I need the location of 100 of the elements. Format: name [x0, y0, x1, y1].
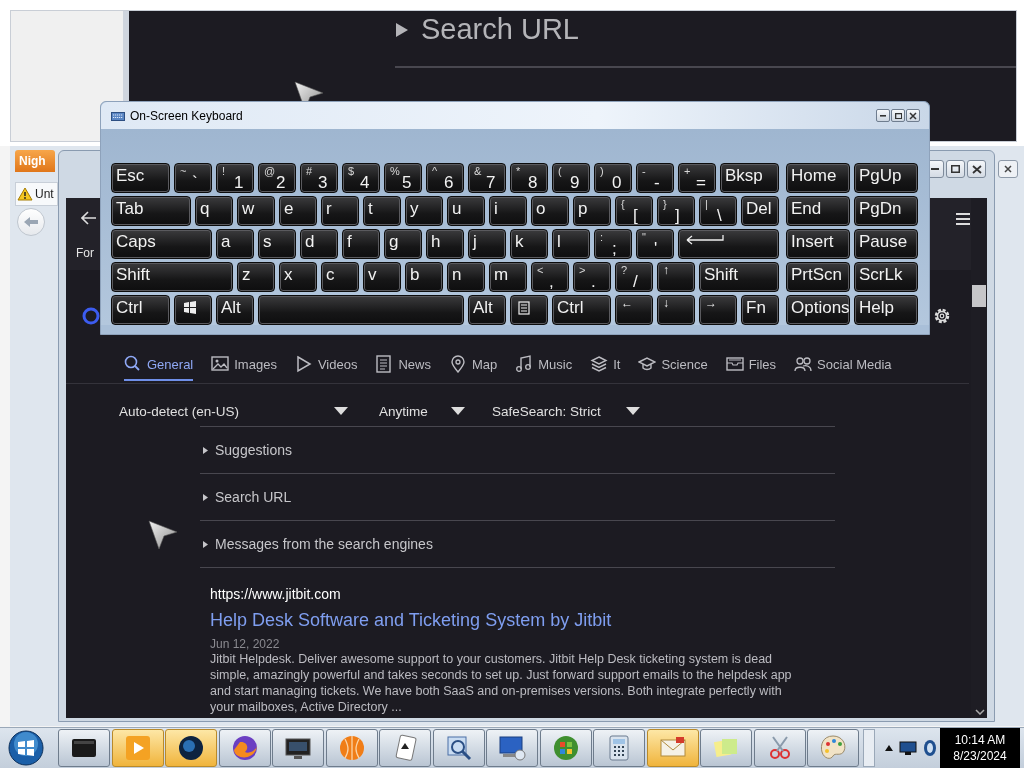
dropdown[interactable]: Anytime [379, 403, 469, 419]
key[interactable]: Alt [216, 295, 254, 325]
key[interactable]: i [489, 196, 527, 226]
key[interactable]: → [699, 295, 737, 325]
key[interactable]: } ] [657, 196, 695, 226]
key[interactable]: ? / [615, 262, 653, 292]
taskbar-button[interactable] [218, 729, 271, 767]
key[interactable]: j [468, 229, 506, 259]
taskbar-button[interactable] [165, 729, 217, 767]
key[interactable]: Ctrl [111, 295, 170, 325]
close-button[interactable] [998, 160, 1018, 178]
close-button[interactable] [967, 160, 986, 178]
browser-tab[interactable]: Unt [15, 182, 58, 206]
tab[interactable]: Social Media [794, 353, 892, 381]
key[interactable]: y [405, 196, 443, 226]
key[interactable]: f [342, 229, 380, 259]
key[interactable]: { [ [615, 196, 653, 226]
key[interactable] [510, 295, 548, 325]
key[interactable]: < , [531, 262, 569, 292]
key[interactable]: Insert [786, 229, 850, 259]
key[interactable]: l [552, 229, 590, 259]
key[interactable]: h [426, 229, 464, 259]
key[interactable]: ↓ [657, 295, 695, 325]
key[interactable]: ~ ` [174, 163, 212, 193]
speaker-icon[interactable] [923, 739, 937, 757]
show-hidden-icon[interactable] [885, 745, 893, 751]
key[interactable]: % 5 [384, 163, 422, 193]
taskbar-button[interactable] [432, 729, 485, 767]
key[interactable]: ↑ [657, 262, 695, 292]
key[interactable]: Caps [111, 229, 212, 259]
key[interactable]: + = [678, 163, 716, 193]
key[interactable]: Esc [111, 163, 170, 193]
tab[interactable]: Videos [294, 353, 358, 381]
key[interactable]: Alt [468, 295, 506, 325]
collapsible-section[interactable]: Suggestions [200, 426, 835, 473]
tab[interactable]: Files [725, 353, 777, 381]
key[interactable]: End [786, 196, 850, 226]
key[interactable]: e [279, 196, 317, 226]
collapsible-section[interactable]: Messages from the search engines [200, 520, 835, 568]
key[interactable]: p [573, 196, 611, 226]
key[interactable]: g [384, 229, 422, 259]
taskbar-button[interactable] [486, 729, 538, 767]
key[interactable]: Del [741, 196, 779, 226]
key[interactable]: k [510, 229, 548, 259]
dropdown[interactable]: Auto-detect (en-US) [119, 403, 352, 419]
key[interactable]: t [363, 196, 401, 226]
taskbar-button[interactable] [272, 729, 324, 767]
tab[interactable]: Music [515, 353, 573, 381]
scroll-thumb[interactable] [972, 285, 986, 307]
key[interactable]: r [321, 196, 359, 226]
key[interactable] [174, 295, 212, 325]
key[interactable]: Options [786, 295, 850, 325]
key[interactable]: Home [786, 163, 850, 193]
key[interactable]: q [195, 196, 233, 226]
key[interactable]: n [447, 262, 485, 292]
key[interactable]: ! 1 [216, 163, 254, 193]
key[interactable]: w [237, 196, 275, 226]
key[interactable]: | \ [699, 196, 737, 226]
monitor-icon[interactable] [899, 741, 917, 755]
section-label[interactable]: Search URL [421, 13, 579, 46]
close-button[interactable] [906, 109, 920, 122]
result-title-link[interactable]: Help Desk Software and Ticketing System by Jitbit [210, 610, 808, 631]
settings-icon[interactable] [932, 306, 952, 326]
key[interactable]: ) 0 [594, 163, 632, 193]
key[interactable]: & 7 [468, 163, 506, 193]
key[interactable]: : ; [594, 229, 632, 259]
maximize-button[interactable] [891, 109, 905, 122]
key[interactable]: - - [636, 163, 674, 193]
key[interactable]: ( 9 [552, 163, 590, 193]
key[interactable]: s [258, 229, 296, 259]
search-icon[interactable] [82, 307, 100, 325]
key[interactable]: o [531, 196, 569, 226]
key[interactable] [678, 229, 779, 259]
key[interactable]: $ 4 [342, 163, 380, 193]
key[interactable]: ← [615, 295, 653, 325]
key[interactable]: b [405, 262, 443, 292]
key[interactable]: ScrLk [854, 262, 918, 292]
key[interactable]: u [447, 196, 485, 226]
key[interactable]: Shift [699, 262, 779, 292]
dropdown[interactable]: SafeSearch: Strict [492, 403, 644, 419]
tab[interactable]: Science [638, 353, 708, 381]
key[interactable]: z [237, 262, 275, 292]
minimize-button[interactable] [876, 109, 890, 122]
key[interactable]: Shift [111, 262, 233, 292]
scroll-down-icon[interactable] [975, 709, 985, 715]
key[interactable]: Bksp [720, 163, 779, 193]
tab[interactable]: Map [448, 353, 498, 381]
key[interactable]: m [489, 262, 527, 292]
key[interactable]: " ' [636, 229, 674, 259]
key[interactable]: Pause [854, 229, 918, 259]
menu-icon[interactable] [956, 213, 970, 225]
tab[interactable]: General [124, 353, 194, 381]
maximize-button[interactable] [946, 160, 965, 178]
key[interactable]: c [321, 262, 359, 292]
key[interactable]: @ 2 [258, 163, 296, 193]
key[interactable]: PgUp [854, 163, 918, 193]
key[interactable]: v [363, 262, 401, 292]
scrollbar[interactable] [971, 198, 987, 718]
key[interactable]: x [279, 262, 317, 292]
key[interactable]: # 3 [300, 163, 338, 193]
